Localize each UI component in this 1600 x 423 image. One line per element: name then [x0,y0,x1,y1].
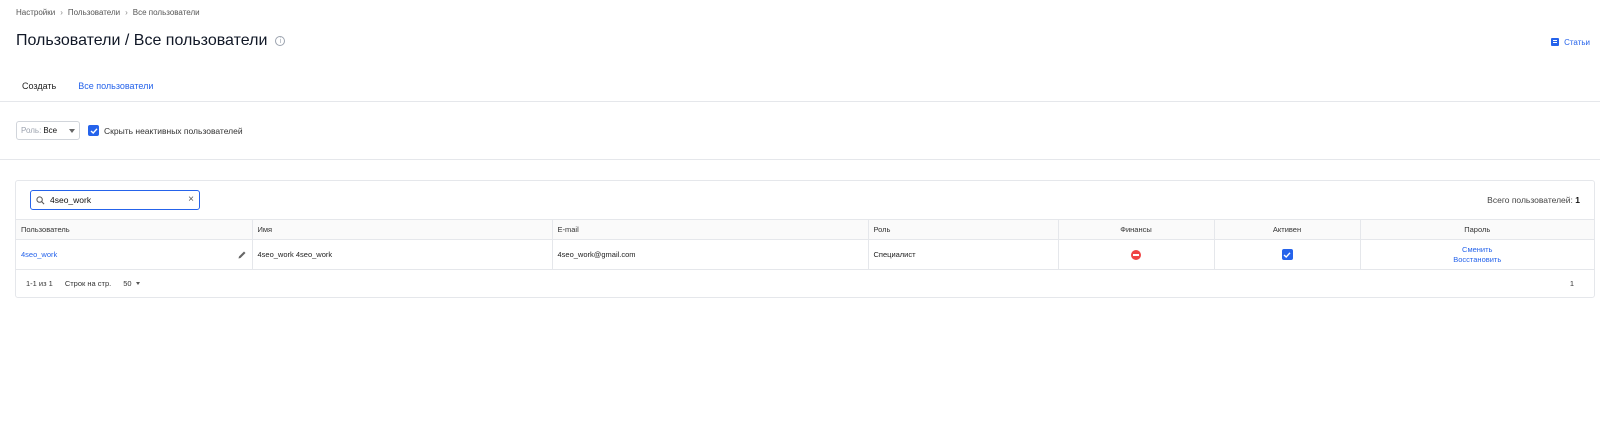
check-icon [90,127,98,134]
user-link[interactable]: 4seo_work [21,250,57,259]
role-select[interactable]: Роль: Все [16,121,80,140]
role-select-label: Роль: [21,126,42,135]
search-input[interactable] [50,195,180,205]
caret-down-icon [69,128,75,133]
hide-inactive-checkbox[interactable] [88,125,99,136]
filters: Роль: Все Скрыть неактивных пользователе… [16,121,243,140]
role-select-value: Все [43,126,58,135]
change-password-link[interactable]: Сменить [1462,245,1492,255]
column-header-email[interactable]: E-mail [552,219,869,240]
pencil-icon[interactable] [237,250,247,260]
total-users-label: Всего пользователей: [1487,195,1573,205]
page-title-text: Пользователи / Все пользователи [16,32,268,49]
cell-password: Сменить Восстановить [1360,239,1594,270]
clear-icon[interactable]: × [188,195,194,205]
cell-user: 4seo_work [16,239,253,270]
search-icon [36,195,45,204]
cell-name: 4seo_work 4seo_work [252,239,553,270]
users-card: × Всего пользователей: 1 Пользователь Им… [15,180,1595,298]
users-table: Пользователь Имя E-mail Роль Финансы Акт… [16,219,1594,270]
pagination: 1-1 из 1 Строк на стр. 50 [26,279,140,288]
restore-password-link[interactable]: Восстановить [1453,255,1501,265]
divider [0,101,1600,102]
rows-per-page-label: Строк на стр. [64,279,112,288]
caret-down-icon [135,282,140,285]
rows-per-page-select[interactable]: 50 [123,279,140,288]
book-icon [1551,38,1560,46]
cell-email: 4seo_work@gmail.com [552,239,869,270]
breadcrumb-item-users[interactable]: Пользователи [68,8,120,17]
table-row: 4seo_work 4seo_work 4seo_work 4seo_work@… [16,239,1594,270]
rows-per-page-value: 50 [123,279,132,288]
table-header-row: Пользователь Имя E-mail Роль Финансы Акт… [16,219,1594,240]
articles-link[interactable]: Статьи [1550,37,1590,47]
info-icon[interactable]: i [275,36,286,46]
breadcrumb: Настройки › Пользователи › Все пользоват… [16,8,200,17]
page-number[interactable]: 1 [1570,279,1574,288]
check-icon [1283,251,1291,258]
column-header-role[interactable]: Роль [868,219,1059,240]
minus-circle-icon[interactable] [1131,249,1141,260]
page-title: Пользователи / Все пользователи i [16,32,286,50]
tab-create[interactable]: Создать [16,73,62,102]
column-header-finance[interactable]: Финансы [1058,219,1215,240]
search-box: × [30,190,200,210]
articles-link-label: Статьи [1564,37,1590,47]
tabs: Создать Все пользователи [16,73,169,102]
breadcrumb-item-all-users: Все пользователи [132,8,200,17]
column-header-user[interactable]: Пользователь [16,219,253,240]
cell-role: Специалист [868,239,1059,270]
chevron-right-icon: › [60,8,63,17]
pagination-range: 1-1 из 1 [26,279,53,288]
chevron-right-icon: › [125,8,128,17]
cell-finance [1058,239,1215,270]
total-users-count: 1 [1575,195,1580,205]
column-header-active[interactable]: Активен [1214,219,1361,240]
breadcrumb-item-settings[interactable]: Настройки [16,8,55,17]
divider [0,159,1600,160]
tab-all-users[interactable]: Все пользователи [72,73,160,102]
active-checkbox[interactable] [1281,249,1293,260]
cell-active [1214,239,1361,270]
column-header-password: Пароль [1360,219,1594,240]
total-users: Всего пользователей: 1 [1487,195,1580,205]
column-header-name[interactable]: Имя [252,219,553,240]
hide-inactive-toggle[interactable]: Скрыть неактивных пользователей [88,125,243,136]
hide-inactive-label: Скрыть неактивных пользователей [104,125,243,136]
